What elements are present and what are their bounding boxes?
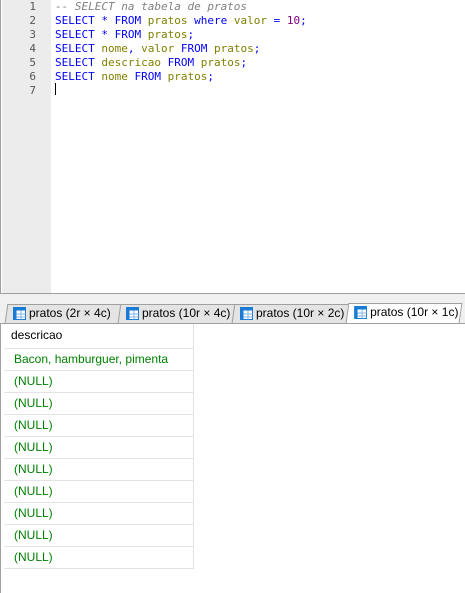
result-grid[interactable]: descricao Bacon, hamburguer, pimenta (NUL… xyxy=(4,324,194,569)
code-line[interactable]: SELECT * FROM pratos where valor = 10; xyxy=(55,14,307,28)
result-tab-label: pratos (2r × 4c) xyxy=(29,306,111,320)
code-token: , xyxy=(127,42,142,55)
table-cell[interactable]: (NULL) xyxy=(4,393,194,415)
result-tab[interactable]: pratos (10r × 4c) xyxy=(117,304,236,323)
text-caret xyxy=(55,83,56,95)
code-token: -- SELECT na tabela de pratos xyxy=(55,0,248,13)
sql-editor[interactable]: 1234567 -- SELECT na tabela de pratos SEL… xyxy=(0,0,465,294)
code-token: FROM xyxy=(180,42,208,55)
table-cell[interactable]: (NULL) xyxy=(4,415,194,437)
code-token: SELECT xyxy=(55,70,95,83)
line-number-gutter: 1234567 xyxy=(2,0,51,293)
table-grid-icon xyxy=(354,306,368,319)
code-token: FROM xyxy=(167,56,195,69)
code-token: FROM xyxy=(114,28,142,41)
table-grid-icon xyxy=(240,307,253,320)
line-number: 2 xyxy=(29,14,36,27)
code-token: SELECT xyxy=(55,42,95,55)
table-cell[interactable]: Bacon, hamburguer, pimenta xyxy=(4,349,194,371)
result-tab-label: pratos (10r × 2c) xyxy=(256,306,345,320)
table-cell[interactable]: (NULL) xyxy=(4,503,194,525)
result-tab[interactable]: pratos (10r × 2c) xyxy=(231,304,350,323)
code-line[interactable]: SELECT descricao FROM pratos; xyxy=(55,56,247,70)
table-grid-icon xyxy=(126,307,139,320)
code-token: SELECT xyxy=(55,14,95,27)
code-token: nome xyxy=(101,70,128,83)
code-token: FROM xyxy=(114,14,142,27)
code-token: pratos xyxy=(147,14,188,27)
table-cell[interactable]: (NULL) xyxy=(4,525,194,547)
code-token: descricao xyxy=(101,56,161,69)
result-tab-bar: pratos (2r × 4c) pratos (10r × 4c) pratos … xyxy=(0,294,465,324)
code-token: FROM xyxy=(134,70,162,83)
code-token: ; xyxy=(253,42,261,55)
code-line[interactable]: SELECT * FROM pratos; xyxy=(55,28,194,42)
table-cell[interactable]: (NULL) xyxy=(4,459,194,481)
result-tab[interactable]: pratos (2r × 4c) xyxy=(4,304,122,323)
table-cell[interactable]: (NULL) xyxy=(4,547,194,569)
table-cell[interactable]: (NULL) xyxy=(4,371,194,393)
line-number: 1 xyxy=(29,0,36,13)
line-number: 3 xyxy=(29,28,36,41)
table-cell[interactable]: (NULL) xyxy=(4,437,194,459)
code-token: pratos xyxy=(200,56,241,69)
code-token: * xyxy=(101,14,108,27)
line-number: 5 xyxy=(29,56,36,69)
result-grid-panel[interactable]: descricao Bacon, hamburguer, pimenta (NUL… xyxy=(0,324,465,593)
code-token: nome xyxy=(101,42,128,55)
code-token: ; xyxy=(240,56,248,69)
code-token: 10 xyxy=(286,14,301,27)
line-number: 6 xyxy=(29,70,36,83)
code-token: pratos xyxy=(214,42,254,55)
code-token: valor xyxy=(141,42,175,55)
code-line[interactable]: SELECT nome, valor FROM pratos; xyxy=(55,42,260,56)
column-header-descricao[interactable]: descricao xyxy=(4,324,194,349)
line-number: 7 xyxy=(29,84,36,97)
code-token: pratos xyxy=(167,70,208,83)
result-tab[interactable]: pratos (10r × 1c) xyxy=(345,303,463,323)
code-token: pratos xyxy=(147,28,188,41)
code-token: ; xyxy=(207,70,214,83)
code-token: ; xyxy=(300,14,307,27)
code-token: ; xyxy=(187,28,195,41)
code-token: where xyxy=(194,14,228,27)
table-cell[interactable]: (NULL) xyxy=(4,481,194,503)
line-number: 4 xyxy=(29,42,36,55)
code-token: SELECT xyxy=(55,56,95,69)
table-grid-icon xyxy=(13,307,26,320)
code-line[interactable]: SELECT nome FROM pratos; xyxy=(55,70,214,84)
code-token: valor xyxy=(233,14,267,27)
code-line[interactable]: -- SELECT na tabela de pratos xyxy=(55,0,247,14)
result-tab-label: pratos (10r × 4c) xyxy=(142,306,231,320)
result-tab-label: pratos (10r × 1c) xyxy=(370,305,459,319)
code-token: SELECT xyxy=(55,28,95,41)
code-token: * xyxy=(101,28,108,41)
